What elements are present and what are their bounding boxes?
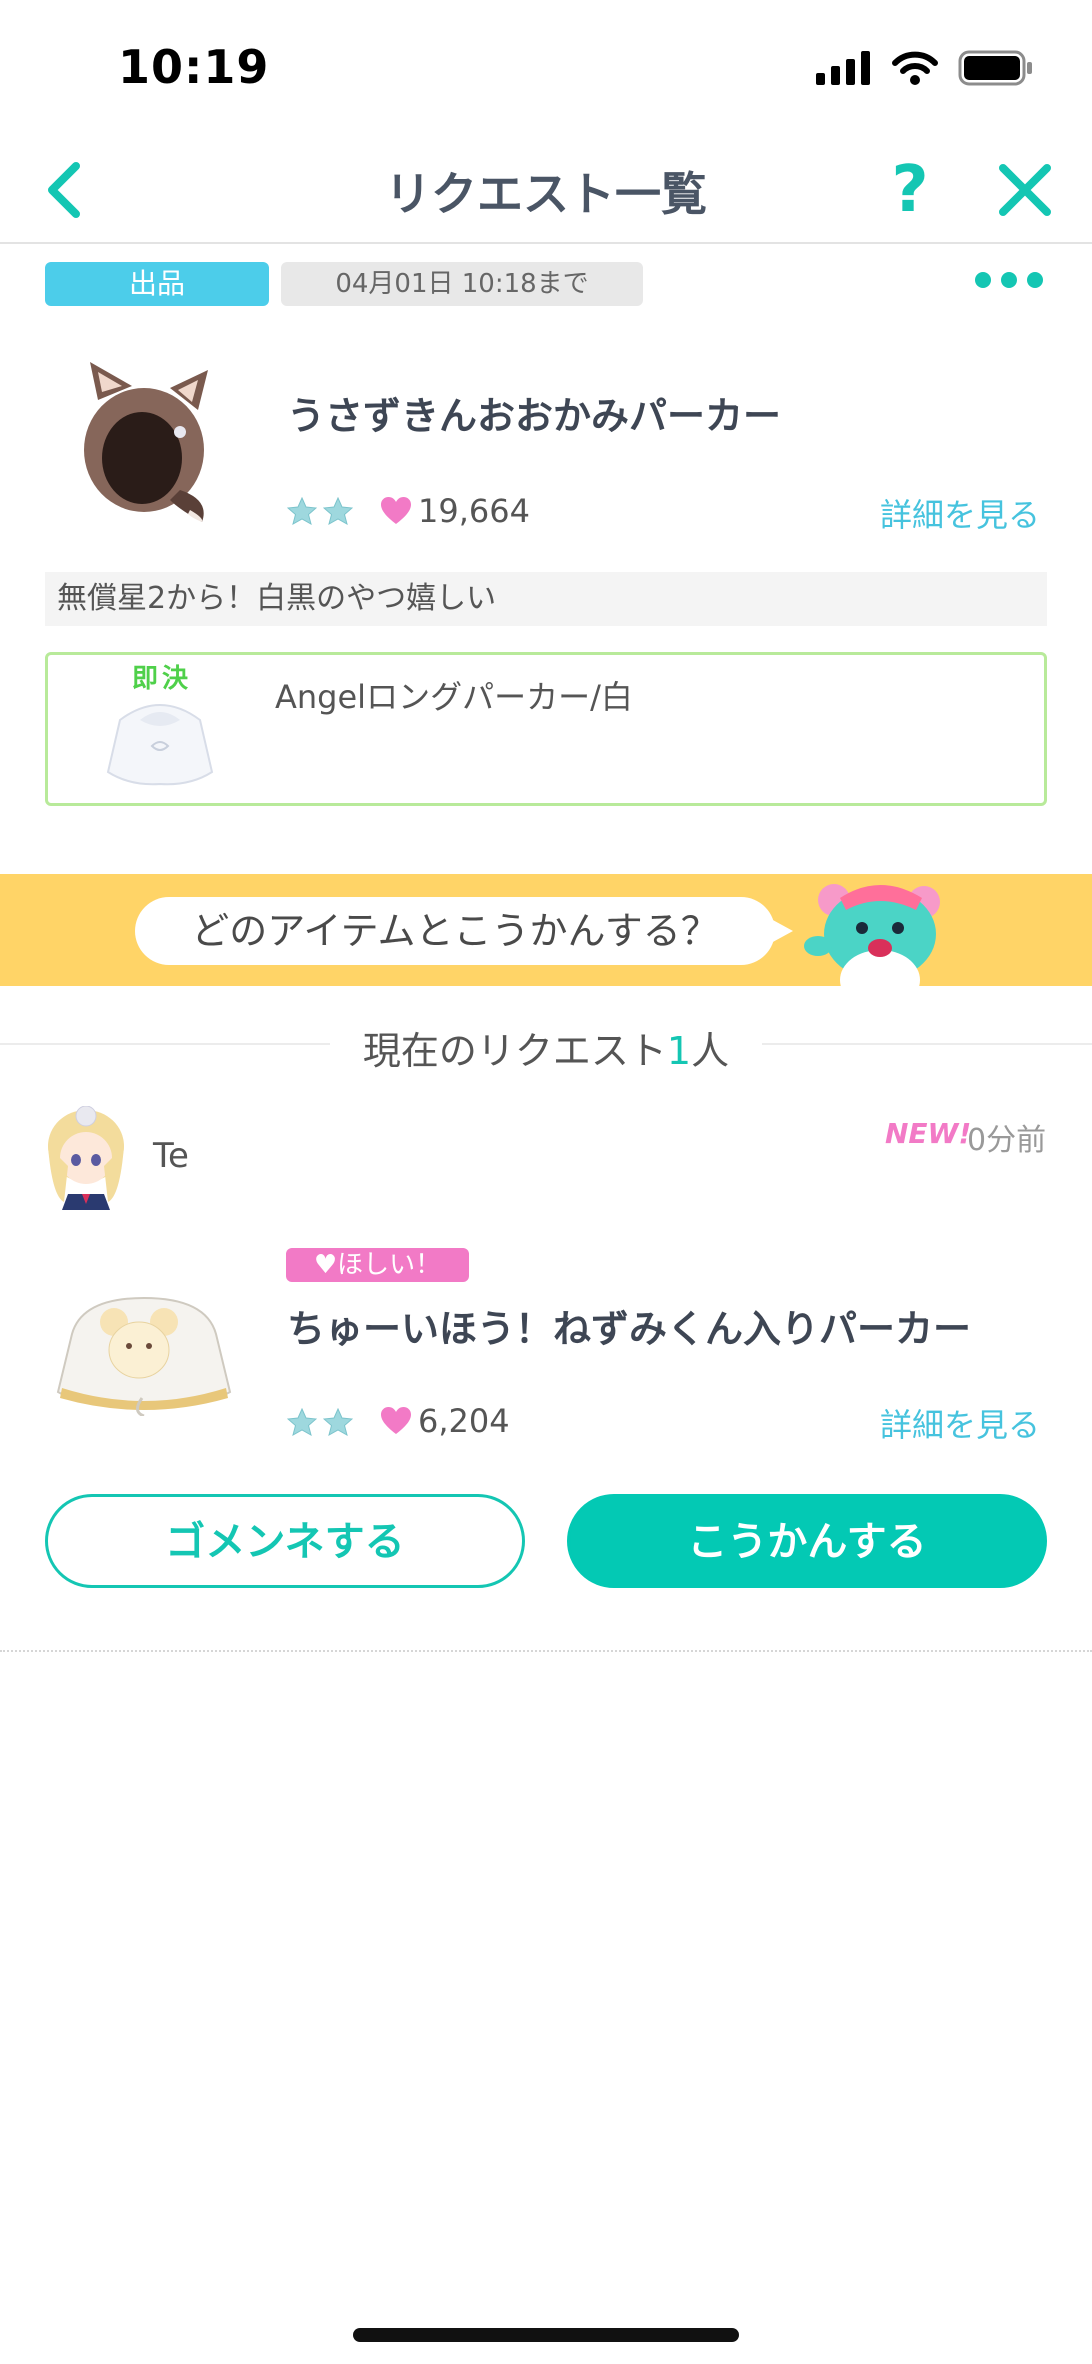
close-button[interactable] bbox=[995, 160, 1055, 220]
deadline-badge: 04月01日 10:18まで bbox=[281, 262, 643, 306]
nav-divider bbox=[0, 242, 1092, 244]
banner-speech-bubble: どのアイテムとこうかんする？ bbox=[135, 897, 793, 965]
signal-icon bbox=[816, 51, 870, 85]
request-item-image[interactable] bbox=[52, 1288, 236, 1418]
white-hoodie-illustration bbox=[106, 704, 214, 786]
battery-icon bbox=[958, 50, 1032, 86]
listing-item-name: うさずきんおおかみパーカー bbox=[287, 394, 782, 438]
want-badge: ♥ほしい！ bbox=[286, 1248, 469, 1282]
request-likes: 6,204 bbox=[380, 1402, 510, 1440]
request-time-ago: 0分前 bbox=[967, 1123, 1047, 1158]
request-header-suffix: 人 bbox=[691, 1029, 730, 1073]
requester-avatar[interactable] bbox=[38, 1105, 134, 1210]
listing-likes: 19,664 bbox=[380, 492, 530, 530]
request-count: 1 bbox=[666, 1029, 692, 1073]
request-divider bbox=[0, 1650, 1092, 1652]
mouse-hoodie-illustration bbox=[56, 1296, 232, 1418]
more-dot-icon bbox=[975, 272, 991, 288]
listing-detail-link[interactable]: 詳細を見る bbox=[880, 490, 1040, 536]
decline-button[interactable]: ゴメンネする bbox=[45, 1494, 525, 1588]
listing-badge: 出品 bbox=[45, 262, 269, 306]
status-icons bbox=[816, 50, 1034, 86]
instant-item-name: Angelロングパーカー/白 bbox=[275, 678, 633, 716]
more-dot-icon bbox=[1001, 272, 1017, 288]
status-time: 10:19 bbox=[118, 40, 270, 94]
request-detail-link[interactable]: 詳細を見る bbox=[880, 1400, 1040, 1446]
bear-mascot-illustration bbox=[804, 884, 940, 986]
new-badge: NEW! bbox=[885, 1117, 972, 1150]
request-likes-count: 6,204 bbox=[418, 1402, 510, 1440]
listing-item-image[interactable] bbox=[70, 360, 218, 530]
heart-icon bbox=[381, 497, 411, 524]
wolf-hood-illustration bbox=[84, 362, 208, 522]
request-header-prefix: 現在のリクエスト bbox=[362, 1029, 667, 1073]
listing-likes-count: 19,664 bbox=[418, 492, 530, 530]
help-button[interactable]: ? bbox=[880, 150, 940, 230]
star-icon bbox=[287, 497, 317, 525]
star-icon bbox=[323, 1408, 353, 1436]
avatar-illustration bbox=[48, 1105, 124, 1210]
bear-mascot bbox=[800, 876, 960, 986]
more-options-button[interactable] bbox=[975, 272, 1045, 292]
star-icon bbox=[287, 1408, 317, 1436]
wifi-icon bbox=[892, 51, 938, 85]
listing-comment: 無償星2から！白黒のやつ嬉しい bbox=[45, 572, 1047, 626]
exchange-button[interactable]: こうかんする bbox=[567, 1494, 1047, 1588]
request-count-header: 現在のリクエスト1人 bbox=[0, 1020, 1092, 1075]
more-dot-icon bbox=[1027, 272, 1043, 288]
heart-icon bbox=[381, 1407, 411, 1434]
instant-item-image bbox=[100, 690, 220, 790]
requester-name: Te bbox=[153, 1136, 189, 1176]
listing-star-rating bbox=[287, 497, 353, 525]
star-icon bbox=[323, 497, 353, 525]
request-item-name: ちゅーいほう！ねずみくん入りパーカー bbox=[287, 1307, 972, 1351]
request-star-rating bbox=[287, 1408, 353, 1436]
home-indicator[interactable] bbox=[353, 2328, 739, 2342]
close-icon bbox=[999, 164, 1051, 216]
